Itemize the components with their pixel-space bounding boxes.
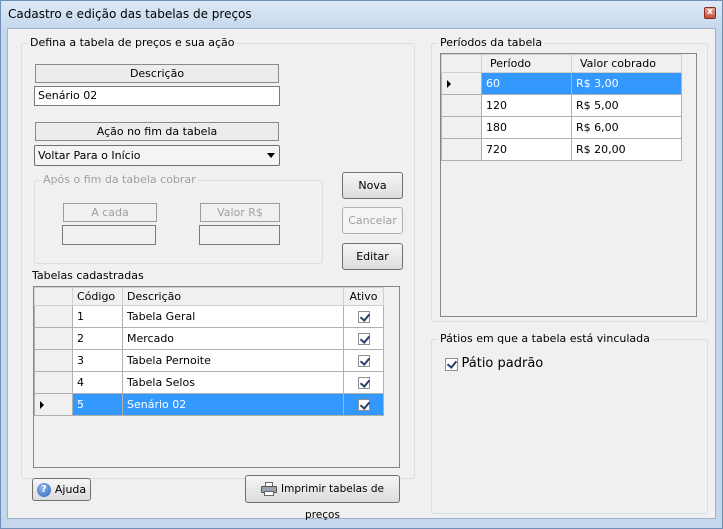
imprimir-button[interactable]: Imprimir tabelas de preços — [245, 475, 400, 521]
nova-button[interactable]: Nova — [342, 172, 403, 199]
window-title: Cadastro e edição das tabelas de preços — [8, 7, 252, 21]
cell-ativo[interactable] — [343, 327, 384, 350]
cell-periodo[interactable]: 720 — [481, 138, 572, 161]
checkbox-checked[interactable] — [357, 377, 370, 389]
cell-periodo[interactable]: 180 — [481, 116, 572, 139]
row-header[interactable] — [441, 116, 482, 139]
table-row[interactable]: 720 R$ 20,00 — [441, 138, 682, 161]
cell-valor[interactable]: R$ 6,00 — [571, 116, 682, 139]
tabelas-grid[interactable]: Código Descrição Ativo 1 Tabela Geral 2 … — [33, 286, 400, 468]
define-table-group-title: Defina a tabela de preços e sua ação — [28, 36, 237, 49]
tabelas-table: Código Descrição Ativo 1 Tabela Geral 2 … — [34, 287, 384, 416]
table-row[interactable]: 2 Mercado — [34, 327, 384, 350]
row-header[interactable] — [34, 349, 73, 372]
valor-input[interactable] — [199, 225, 280, 245]
patio-padrao-label: Pátio padrão — [461, 356, 544, 371]
a-cada-header: A cada (minutos) — [63, 203, 157, 236]
cell-codigo[interactable]: 2 — [72, 327, 123, 350]
acao-select-value: Voltar Para o Início — [38, 149, 141, 162]
tabelas-label: Tabelas cadastradas — [32, 269, 144, 282]
cell-ativo[interactable] — [343, 393, 384, 416]
cell-descricao[interactable]: Tabela Selos — [122, 371, 344, 394]
descricao-header: Descrição — [35, 64, 279, 83]
periodos-group-title: Períodos da tabela — [438, 36, 545, 49]
row-header[interactable] — [34, 393, 73, 416]
table-row[interactable]: 180 R$ 6,00 — [441, 116, 682, 139]
tabelas-corner — [34, 287, 73, 306]
cell-descricao[interactable]: Mercado — [122, 327, 344, 350]
close-icon[interactable]: x — [704, 7, 716, 19]
descricao-input[interactable]: Senário 02 — [34, 86, 280, 106]
title-bar[interactable]: Cadastro e edição das tabelas de preços … — [1, 1, 722, 27]
cell-valor[interactable]: R$ 3,00 — [571, 72, 682, 95]
col-valor[interactable]: Valor cobrado — [571, 54, 682, 73]
cell-periodo[interactable]: 120 — [481, 94, 572, 117]
table-row[interactable]: 1 Tabela Geral — [34, 305, 384, 328]
patio-padrao-checkbox[interactable] — [445, 357, 458, 371]
editar-button[interactable]: Editar — [342, 243, 403, 270]
row-header[interactable] — [441, 138, 482, 161]
printer-icon — [261, 482, 277, 496]
table-row-selected[interactable]: 60 R$ 3,00 — [441, 72, 682, 95]
patio-padrao-checkbox-row[interactable]: Pátio padrão — [445, 356, 543, 371]
imprimir-label: Imprimir tabelas de preços — [281, 483, 384, 521]
col-descricao[interactable]: Descrição — [122, 287, 344, 306]
periodos-grid[interactable]: Período Valor cobrado 60 R$ 3,00 120 R$ … — [440, 53, 697, 317]
table-row[interactable]: 120 R$ 5,00 — [441, 94, 682, 117]
cell-ativo[interactable] — [343, 349, 384, 372]
row-header[interactable] — [34, 371, 73, 394]
col-periodo[interactable]: Período — [481, 54, 572, 73]
client-area: Defina a tabela de preços e sua ação Des… — [7, 28, 716, 521]
table-row[interactable]: 4 Tabela Selos — [34, 371, 384, 394]
a-cada-input[interactable] — [62, 225, 156, 245]
checkbox-checked[interactable] — [357, 311, 370, 323]
cell-codigo[interactable]: 4 — [72, 371, 123, 394]
checkbox-checked[interactable] — [357, 355, 370, 367]
checkbox-checked[interactable] — [357, 333, 370, 345]
help-icon: ? — [36, 483, 51, 497]
valor-header: Valor R$ — [200, 203, 280, 222]
table-row[interactable]: 3 Tabela Pernoite — [34, 349, 384, 372]
apos-group: Após o fim da tabela cobrar — [34, 173, 323, 264]
row-header[interactable] — [441, 72, 482, 95]
row-pointer-icon — [447, 80, 451, 88]
cancelar-button[interactable]: Cancelar — [342, 207, 403, 234]
acao-header: Ação no fim da tabela — [35, 122, 279, 141]
main-window: Cadastro e edição das tabelas de preços … — [0, 0, 723, 529]
ajuda-button[interactable]: ? Ajuda — [32, 478, 91, 501]
cell-periodo[interactable]: 60 — [481, 72, 572, 95]
ajuda-label: Ajuda — [54, 483, 87, 496]
cell-codigo[interactable]: 3 — [72, 349, 123, 372]
row-header[interactable] — [34, 327, 73, 350]
periodos-table: Período Valor cobrado 60 R$ 3,00 120 R$ … — [441, 54, 682, 161]
chevron-down-icon[interactable] — [267, 153, 275, 158]
row-pointer-icon — [40, 401, 44, 409]
cell-ativo[interactable] — [343, 305, 384, 328]
cell-descricao[interactable]: Tabela Pernoite — [122, 349, 344, 372]
col-codigo[interactable]: Código — [72, 287, 123, 306]
checkbox-checked[interactable] — [357, 399, 370, 411]
cell-ativo[interactable] — [343, 371, 384, 394]
cell-valor[interactable]: R$ 20,00 — [571, 138, 682, 161]
table-row-selected[interactable]: 5 Senário 02 — [34, 393, 384, 416]
apos-group-title: Após o fim da tabela cobrar — [41, 173, 198, 186]
acao-select[interactable]: Voltar Para o Início — [34, 145, 280, 166]
cell-codigo[interactable]: 5 — [72, 393, 123, 416]
row-header[interactable] — [34, 305, 73, 328]
cell-descricao[interactable]: Senário 02 — [122, 393, 344, 416]
cell-descricao[interactable]: Tabela Geral — [122, 305, 344, 328]
cell-codigo[interactable]: 1 — [72, 305, 123, 328]
cell-valor[interactable]: R$ 5,00 — [571, 94, 682, 117]
patios-group-title: Pátios em que a tabela está vinculada — [438, 332, 652, 345]
periodos-corner — [441, 54, 482, 73]
row-header[interactable] — [441, 94, 482, 117]
col-ativo[interactable]: Ativo — [343, 287, 384, 306]
